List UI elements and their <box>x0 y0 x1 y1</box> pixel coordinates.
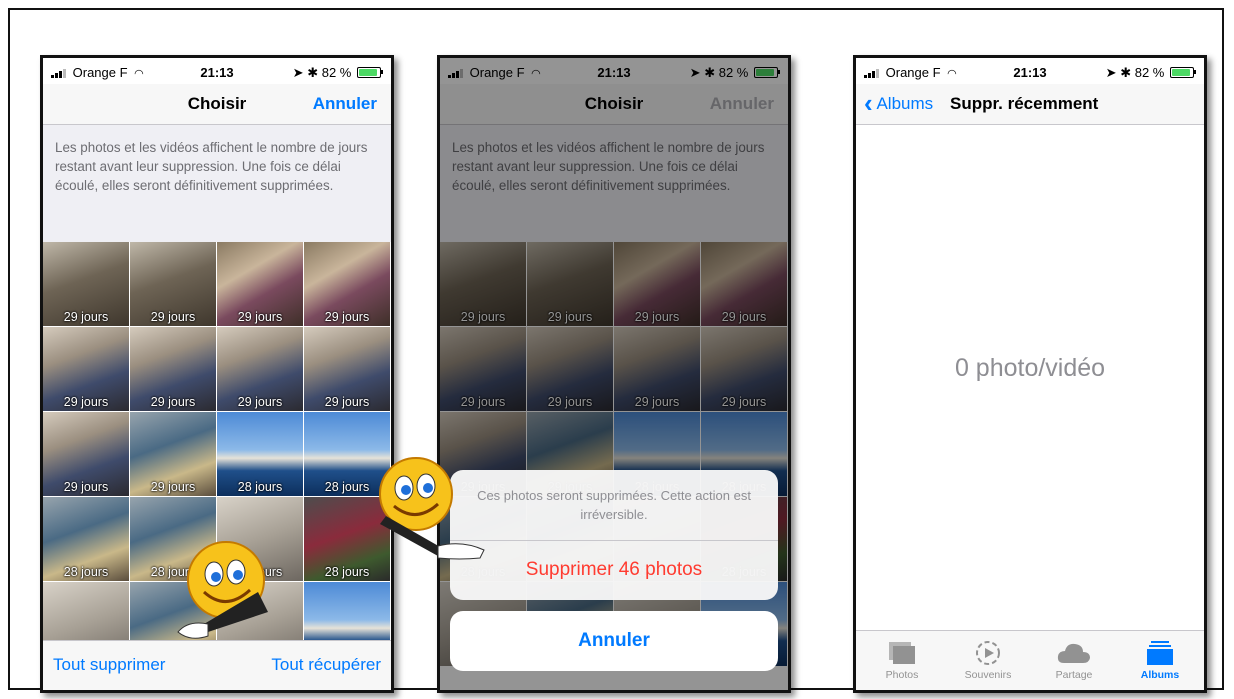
tab-label: Photos <box>885 669 919 681</box>
action-sheet-cancel-button[interactable]: Annuler <box>450 611 778 671</box>
photo-thumbnail[interactable]: 29 jours <box>130 412 216 496</box>
photo-thumbnail[interactable]: 29 jours <box>304 327 390 411</box>
back-label: Albums <box>876 94 934 113</box>
location-icon: ➤ <box>292 65 304 80</box>
chevron-left-icon: ‹ <box>864 88 873 118</box>
delete-all-button[interactable]: Tout supprimer <box>53 655 165 675</box>
battery-percent: 82 % <box>321 65 352 80</box>
back-button[interactable]: ‹ Albums <box>864 90 934 116</box>
days-remaining-label: 29 jours <box>150 395 196 409</box>
albums-icon <box>1147 641 1173 665</box>
tutorial-frame: Orange F ◠ 21:13 ➤ ✱ 82 % Choisir Annule… <box>8 8 1224 693</box>
delete-photos-button[interactable]: Supprimer 46 photos <box>450 540 778 600</box>
nav-bar: ‹ Albums Suppr. récemment <box>856 84 1204 125</box>
photo-thumbnail[interactable]: 28 jours <box>217 412 303 496</box>
photo-thumbnail[interactable]: 29 jours <box>217 242 303 326</box>
pointing-smiley-icon <box>177 541 268 639</box>
days-remaining-label: 29 jours <box>63 480 109 494</box>
photo-thumbnail[interactable]: 29 jours <box>43 242 129 326</box>
days-remaining-label: 29 jours <box>324 395 370 409</box>
days-remaining-label: 28 jours <box>63 565 109 579</box>
tab-label: Souvenirs <box>964 669 1012 681</box>
location-icon: ➤ <box>1105 65 1117 80</box>
empty-state-text: 0 photo/vidéo <box>954 354 1106 382</box>
days-remaining-label: 29 jours <box>237 395 283 409</box>
photo-thumbnail[interactable]: 28 jours <box>43 497 129 581</box>
tab-photos[interactable]: Photos <box>862 637 942 681</box>
bluetooth-icon: ✱ <box>307 65 319 80</box>
cloud-icon <box>1057 643 1090 663</box>
action-sheet: Ces photos seront supprimées. Cette acti… <box>450 470 778 600</box>
info-text: Les photos et les vidéos affichent le no… <box>43 124 391 242</box>
status-bar: Orange F ◠ 21:13 ➤ ✱ 82 % <box>856 58 1204 84</box>
days-remaining-label: 29 jours <box>63 310 109 324</box>
tab-label: Partage <box>1055 669 1093 681</box>
days-remaining-label: 28 jours <box>237 480 283 494</box>
bluetooth-icon: ✱ <box>1120 65 1132 80</box>
photo-thumbnail[interactable]: 29 jours <box>43 327 129 411</box>
days-remaining-label: 29 jours <box>150 310 196 324</box>
recover-all-button[interactable]: Tout récupérer <box>271 655 381 675</box>
photo-thumbnail[interactable]: 29 jours <box>130 242 216 326</box>
action-sheet-message: Ces photos seront supprimées. Cette acti… <box>477 488 751 522</box>
photos-icon <box>889 642 915 664</box>
tab-memories[interactable]: Souvenirs <box>948 637 1028 681</box>
tab-bar: Photos Souvenirs Partage Albums <box>856 630 1204 690</box>
pointing-smiley-icon <box>379 457 485 560</box>
battery-icon <box>1170 67 1196 78</box>
battery-percent: 82 % <box>1134 65 1165 80</box>
days-remaining-label: 29 jours <box>324 310 370 324</box>
phone-screen-confirm: Orange F ◠ 21:13 ➤ ✱ 82 % Choisir Annule… <box>437 55 791 693</box>
status-bar: Orange F ◠ 21:13 ➤ ✱ 82 % <box>43 58 391 84</box>
tab-shared[interactable]: Partage <box>1034 637 1114 681</box>
battery-icon <box>357 67 383 78</box>
phone-screen-empty: Orange F ◠ 21:13 ➤ ✱ 82 % ‹ Albums Suppr… <box>853 55 1207 693</box>
nav-bar: Choisir Annuler <box>43 84 391 124</box>
page-title: Suppr. récemment <box>950 94 1099 113</box>
days-remaining-label: 29 jours <box>150 480 196 494</box>
days-remaining-label: 29 jours <box>63 395 109 409</box>
photo-thumbnail[interactable]: 29 jours <box>43 412 129 496</box>
photo-thumbnail[interactable]: 29 jours <box>304 242 390 326</box>
cancel-button[interactable]: Annuler <box>313 94 377 114</box>
days-remaining-label: 29 jours <box>237 310 283 324</box>
tab-label: Albums <box>1140 669 1180 681</box>
tab-albums[interactable]: Albums <box>1120 637 1200 681</box>
memories-icon <box>976 641 1000 665</box>
photo-thumbnail[interactable]: 29 jours <box>130 327 216 411</box>
photo-thumbnail[interactable]: 29 jours <box>217 327 303 411</box>
